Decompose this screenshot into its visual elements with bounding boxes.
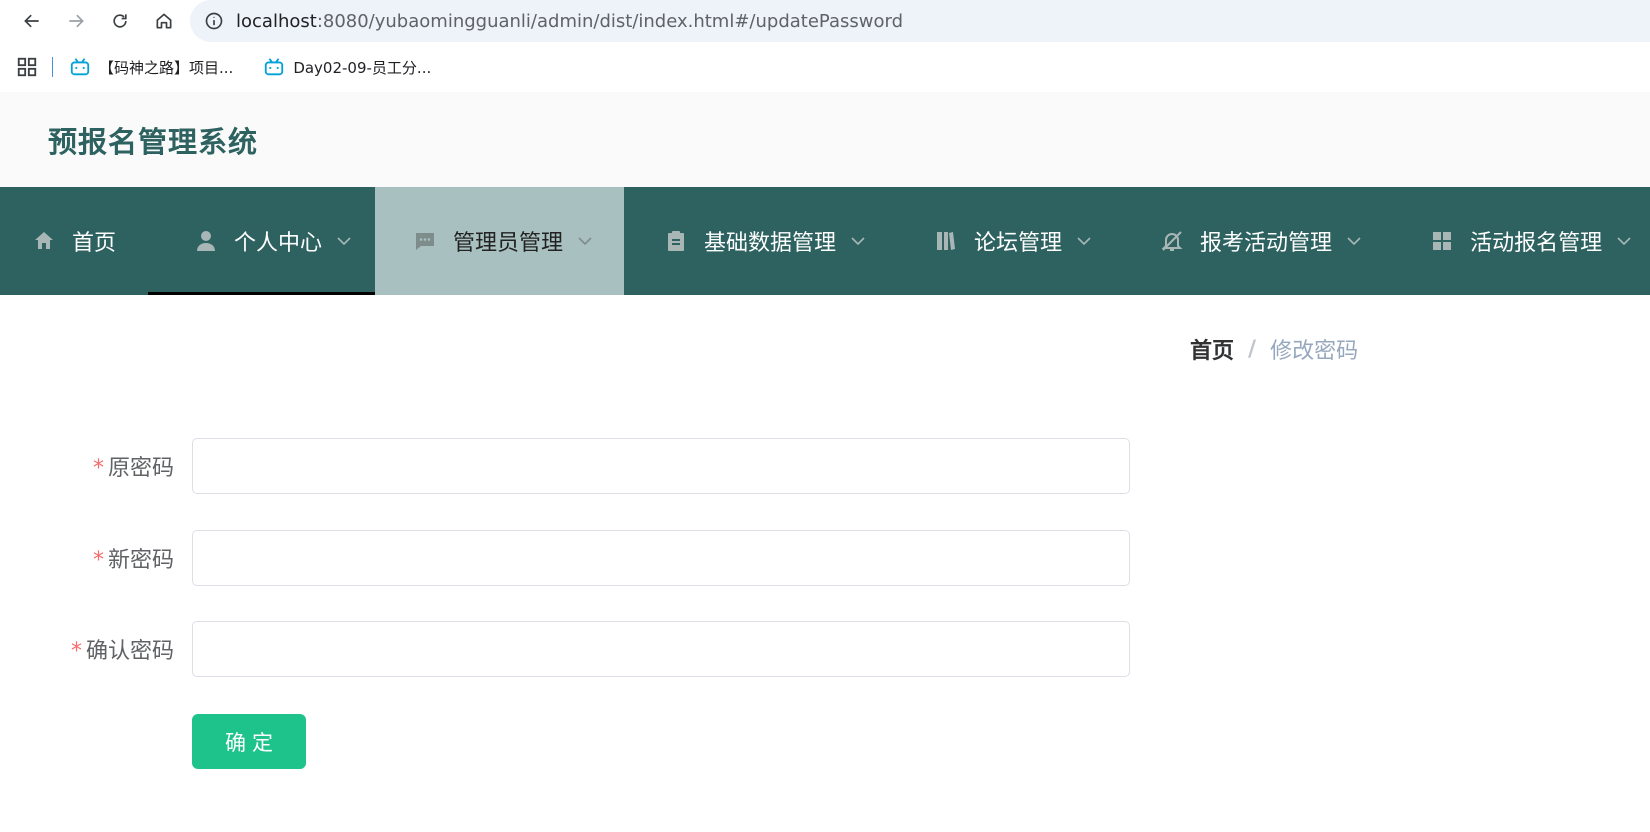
chat-icon — [413, 229, 437, 253]
back-arrow-icon — [24, 14, 39, 28]
chevron-down-icon — [1616, 233, 1632, 249]
new-password-row: * 新密码 — [0, 530, 1130, 586]
menu-item-label: 首页 — [72, 231, 117, 256]
old-password-row: * 原密码 — [0, 438, 1130, 494]
main-content: 首页 / 修改密码 * 原密码 * 新密码 * 确认密码 确定 — [0, 295, 1650, 824]
menu-item-label: 报考活动管理 — [1200, 231, 1333, 256]
new-password-input[interactable] — [192, 530, 1130, 586]
new-password-label: * 新密码 — [0, 542, 174, 574]
menu-item-label: 基础数据管理 — [704, 231, 837, 256]
confirm-password-label-text: 确认密码 — [85, 639, 174, 664]
url-path: :8080/yubaomingguanli/admin/dist/index.h… — [316, 10, 903, 32]
url-bar[interactable]: localhost:8080/yubaomingguanli/admin/dis… — [190, 0, 1650, 42]
browser-address-bar: localhost:8080/yubaomingguanli/admin/dis… — [0, 0, 1650, 42]
chevron-down-icon — [850, 233, 866, 249]
site-info-icon[interactable] — [204, 11, 224, 31]
menu-item-label: 个人中心 — [234, 231, 323, 256]
forward-button[interactable] — [54, 0, 98, 42]
home-icon — [32, 229, 56, 253]
top-menu: 首页 个人中心 管理员管理 基础数据管理 论坛管理 报考活动管理 活动报名管理 — [0, 187, 1650, 295]
chevron-down-icon — [1076, 233, 1092, 249]
chevron-down-icon — [336, 233, 352, 249]
breadcrumb-separator: / — [1248, 336, 1257, 362]
menu-item-personal-center[interactable]: 个人中心 — [148, 187, 376, 295]
breadcrumb: 首页 / 修改密码 — [1190, 333, 1358, 365]
menu-item-home[interactable]: 首页 — [0, 187, 148, 295]
chevron-down-icon — [1346, 233, 1362, 249]
bilibili-icon — [70, 58, 90, 76]
bookmark-2[interactable]: Day02-09-员工分... — [263, 56, 431, 78]
menu-item-activity-registration-management[interactable]: 活动报名管理 — [1396, 187, 1650, 295]
bookmarks-bar: 【码神之路】项目... Day02-09-员工分... — [0, 42, 1650, 92]
old-password-label-text: 原密码 — [107, 456, 174, 481]
url-host: localhost — [236, 10, 317, 32]
home-button[interactable] — [142, 0, 186, 42]
menu-item-label: 活动报名管理 — [1470, 231, 1603, 256]
menu-item-label: 论坛管理 — [974, 231, 1063, 256]
breadcrumb-home[interactable]: 首页 — [1190, 333, 1234, 365]
new-password-label-text: 新密码 — [107, 548, 174, 573]
reload-button[interactable] — [98, 0, 142, 42]
required-mark: * — [92, 456, 104, 481]
books-icon — [934, 229, 958, 253]
bookmark-1-label: 【码神之路】项目... — [99, 58, 234, 77]
bookmarks-separator — [52, 57, 53, 77]
clipboard-icon — [664, 229, 688, 253]
confirm-password-input[interactable] — [192, 621, 1130, 677]
breadcrumb-current: 修改密码 — [1270, 339, 1359, 364]
app-header: 预报名管理系统 — [0, 92, 1650, 187]
reload-icon — [113, 14, 127, 28]
required-mark: * — [92, 548, 104, 573]
required-mark: * — [70, 639, 82, 664]
bell-off-icon — [1160, 229, 1184, 253]
apps-grid-icon[interactable] — [16, 56, 38, 78]
chevron-down-icon — [577, 233, 593, 249]
back-button[interactable] — [10, 0, 54, 42]
url-text: localhost:8080/yubaomingguanli/admin/dis… — [236, 11, 903, 32]
confirm-password-label: * 确认密码 — [0, 633, 174, 665]
user-icon — [194, 229, 218, 253]
app-title: 预报名管理系统 — [48, 124, 259, 159]
menu-item-exam-activity-management[interactable]: 报考活动管理 — [1126, 187, 1396, 295]
bilibili-icon — [265, 58, 284, 76]
bookmark-2-label: Day02-09-员工分... — [293, 58, 432, 77]
old-password-label: * 原密码 — [0, 450, 174, 482]
bookmark-1[interactable]: 【码神之路】项目... — [69, 56, 233, 78]
browser-home-icon — [156, 13, 172, 29]
old-password-input[interactable] — [192, 438, 1130, 494]
forward-arrow-icon — [69, 14, 84, 28]
menu-item-base-data-management[interactable]: 基础数据管理 — [624, 187, 900, 295]
confirm-password-row: * 确认密码 — [0, 621, 1130, 677]
grid-icon — [1430, 229, 1454, 253]
menu-item-label: 管理员管理 — [453, 231, 564, 256]
menu-item-admin-management[interactable]: 管理员管理 — [375, 187, 625, 295]
submit-button[interactable]: 确定 — [192, 714, 306, 769]
menu-item-forum-management[interactable]: 论坛管理 — [900, 187, 1126, 295]
